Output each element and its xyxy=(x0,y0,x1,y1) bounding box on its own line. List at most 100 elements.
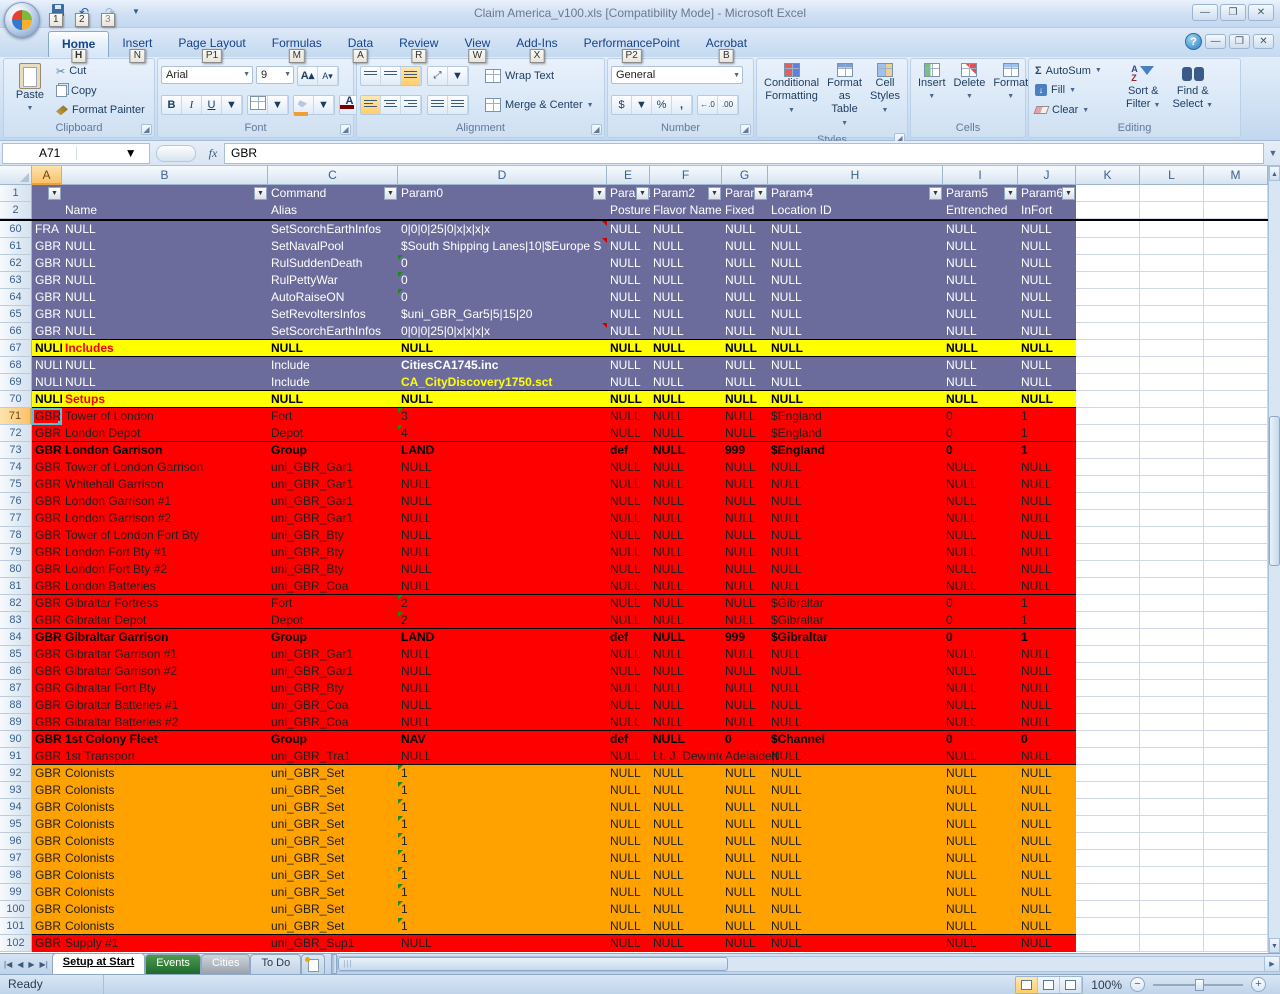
cell-G80[interactable]: NULL xyxy=(722,561,768,578)
align-left-button[interactable] xyxy=(361,96,381,114)
cell-H75[interactable]: NULL xyxy=(768,476,943,493)
cell-I80[interactable]: NULL xyxy=(943,561,1018,578)
cell-B75[interactable]: Whitehall Garrison xyxy=(62,476,268,493)
cell-B90[interactable]: 1st Colony Fleet xyxy=(62,731,268,748)
col-header-F[interactable]: F xyxy=(650,166,722,185)
office-button[interactable] xyxy=(4,2,40,38)
cell-K73[interactable] xyxy=(1076,442,1140,459)
cell-G69[interactable]: NULL xyxy=(722,374,768,391)
cell-E71[interactable]: NULL xyxy=(607,408,650,425)
cell-H95[interactable]: NULL xyxy=(768,816,943,833)
cell-E75[interactable]: NULL xyxy=(607,476,650,493)
row-header-88[interactable]: 88 xyxy=(0,697,32,714)
cell-A77[interactable]: GBR xyxy=(32,510,62,527)
zoom-out-button[interactable]: − xyxy=(1130,977,1145,992)
cell-C90[interactable]: Group xyxy=(268,731,398,748)
cell-A72[interactable]: GBR xyxy=(32,425,62,442)
cell-H86[interactable]: NULL xyxy=(768,663,943,680)
cell-G63[interactable]: NULL xyxy=(722,272,768,289)
cell-I67[interactable]: NULL xyxy=(943,340,1018,357)
alignment-dialog-launcher[interactable]: ◢ xyxy=(591,124,602,135)
row-header-72[interactable]: 72 xyxy=(0,425,32,442)
cell-L69[interactable] xyxy=(1140,374,1204,391)
cell-H78[interactable]: NULL xyxy=(768,527,943,544)
cell-H2[interactable]: Location ID xyxy=(768,202,943,219)
cell-B1[interactable]: ▼ xyxy=(62,185,268,202)
cell-D82[interactable]: 2 xyxy=(398,595,607,612)
cell-L102[interactable] xyxy=(1140,935,1204,952)
cell-D65[interactable]: $uni_GBR_Gar5|5|15|20 xyxy=(398,306,607,323)
cell-I61[interactable]: NULL xyxy=(943,238,1018,255)
cell-A83[interactable]: GBR xyxy=(32,612,62,629)
cell-E97[interactable]: NULL xyxy=(607,850,650,867)
cell-B89[interactable]: Gibraltar Batteries #2 xyxy=(62,714,268,731)
row-header-69[interactable]: 69 xyxy=(0,374,32,391)
cell-D74[interactable]: NULL xyxy=(398,459,607,476)
cell-E61[interactable]: NULL xyxy=(607,238,650,255)
cell-C83[interactable]: Depot xyxy=(268,612,398,629)
cell-I98[interactable]: NULL xyxy=(943,867,1018,884)
cell-G72[interactable]: NULL xyxy=(722,425,768,442)
cell-D80[interactable]: NULL xyxy=(398,561,607,578)
cell-H64[interactable]: NULL xyxy=(768,289,943,306)
cell-M86[interactable] xyxy=(1204,663,1268,680)
cell-G77[interactable]: NULL xyxy=(722,510,768,527)
cell-M71[interactable] xyxy=(1204,408,1268,425)
cell-L64[interactable] xyxy=(1140,289,1204,306)
percent-button[interactable]: % xyxy=(652,96,672,114)
cell-F78[interactable]: NULL xyxy=(650,527,722,544)
cell-M90[interactable] xyxy=(1204,731,1268,748)
cell-G78[interactable]: NULL xyxy=(722,527,768,544)
cell-B92[interactable]: Colonists xyxy=(62,765,268,782)
cell-I79[interactable]: NULL xyxy=(943,544,1018,561)
cell-D97[interactable]: 1 xyxy=(398,850,607,867)
cell-L83[interactable] xyxy=(1140,612,1204,629)
cell-B91[interactable]: 1st Transport xyxy=(62,748,268,765)
cell-I99[interactable]: NULL xyxy=(943,884,1018,901)
cell-I81[interactable]: NULL xyxy=(943,578,1018,595)
cell-C94[interactable]: uni_GBR_Set xyxy=(268,799,398,816)
cell-C74[interactable]: uni_GBR_Gar1 xyxy=(268,459,398,476)
clipboard-dialog-launcher[interactable]: ◢ xyxy=(141,124,152,135)
number-format-combo[interactable]: General▼ xyxy=(611,66,743,84)
row-header-100[interactable]: 100 xyxy=(0,901,32,918)
cell-I97[interactable]: NULL xyxy=(943,850,1018,867)
normal-view-button[interactable] xyxy=(1016,977,1038,993)
cell-J1[interactable]: Param6▼ xyxy=(1018,185,1076,202)
cell-H77[interactable]: NULL xyxy=(768,510,943,527)
row-header-68[interactable]: 68 xyxy=(0,357,32,374)
cell-M63[interactable] xyxy=(1204,272,1268,289)
font-name-combo[interactable]: Arial▼ xyxy=(161,66,253,84)
cell-C93[interactable]: uni_GBR_Set xyxy=(268,782,398,799)
cell-C64[interactable]: AutoRaiseON xyxy=(268,289,398,306)
col-header-A[interactable]: A xyxy=(32,166,62,185)
cell-L92[interactable] xyxy=(1140,765,1204,782)
cell-J88[interactable]: NULL xyxy=(1018,697,1076,714)
col-header-B[interactable]: B xyxy=(62,166,268,185)
tab-insert[interactable]: InsertN xyxy=(109,31,165,57)
row-header-82[interactable]: 82 xyxy=(0,595,32,612)
cell-F92[interactable]: NULL xyxy=(650,765,722,782)
cell-K86[interactable] xyxy=(1076,663,1140,680)
cell-A75[interactable]: GBR xyxy=(32,476,62,493)
cell-G92[interactable]: NULL xyxy=(722,765,768,782)
cell-F2[interactable]: Flavor Name xyxy=(650,202,722,219)
cell-G90[interactable]: 0 xyxy=(722,731,768,748)
cell-F97[interactable]: NULL xyxy=(650,850,722,867)
cell-K79[interactable] xyxy=(1076,544,1140,561)
cell-D69[interactable]: CA_CityDiscovery1750.sct xyxy=(398,374,607,391)
cell-F66[interactable]: NULL xyxy=(650,323,722,340)
cell-G74[interactable]: NULL xyxy=(722,459,768,476)
cell-B65[interactable]: NULL xyxy=(62,306,268,323)
cell-B62[interactable]: NULL xyxy=(62,255,268,272)
cell-H61[interactable]: NULL xyxy=(768,238,943,255)
col-header-J[interactable]: J xyxy=(1018,166,1076,185)
cell-C77[interactable]: uni_GBR_Gar1 xyxy=(268,510,398,527)
cell-B98[interactable]: Colonists xyxy=(62,867,268,884)
cell-E73[interactable]: def xyxy=(607,442,650,459)
active-cell-A71[interactable]: GBR xyxy=(32,408,62,425)
cell-H90[interactable]: $Channel xyxy=(768,731,943,748)
sheet-tab-events[interactable]: Events xyxy=(145,954,201,974)
cell-K71[interactable] xyxy=(1076,408,1140,425)
row-header-1[interactable]: 1 xyxy=(0,185,32,202)
